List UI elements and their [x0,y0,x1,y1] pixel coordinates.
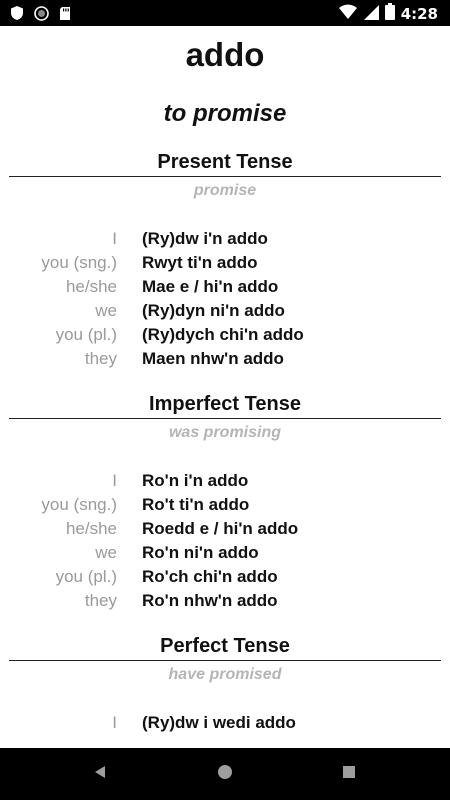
pronoun-label: I [112,471,117,490]
verb-form: Maen nhw'n addo [142,349,284,368]
battery-icon [384,3,395,25]
verb-title: addo [185,36,265,73]
status-bar: 4:28 [0,0,450,26]
pronoun-label: you (sng.) [41,495,117,514]
pronoun-label: they [84,591,117,610]
cell-signal-icon [363,4,379,25]
section-title-present: Present Tense [157,151,293,173]
section-title-perfect: Perfect Tense [160,635,290,657]
pronoun-label: he/she [65,277,117,296]
table-row: he/she Roedd e / hi'n addo [0,519,450,543]
table-row: I Ro'n i'n addo [0,471,450,495]
pronoun-label: you (sng.) [41,253,117,272]
circle-app-icon [34,5,49,26]
shield-icon [10,5,24,26]
back-button[interactable] [70,748,130,800]
verb-form: (Ry)dw i'n addo [142,229,268,248]
verb-form: Ro'n nhw'n addo [142,591,278,610]
table-row: you (sng.) Rwyt ti'n addo [0,253,450,277]
section-subtitle-present: promise [193,182,257,199]
verb-form: Ro'n i'n addo [142,471,249,490]
table-row: you (pl.) Ro'ch chi'n addo [0,567,450,591]
pronoun-label: I [112,229,117,248]
recents-icon [342,765,356,784]
pronoun-label: he/she [65,519,117,538]
section-subtitle-imperfect: was promising [168,424,282,441]
pronoun-label: we [95,301,117,320]
home-icon [217,764,233,785]
clock: 4:28 [400,5,438,23]
recents-button[interactable] [319,748,379,800]
section-divider [9,418,441,419]
verb-form: Ro'n ni'n addo [142,543,259,562]
verb-form: (Ry)dyn ni'n addo [142,301,285,320]
section-divider [9,176,441,177]
section-subtitle-perfect: have promised [168,666,282,683]
table-row: I (Ry)dw i'n addo [0,229,450,253]
navigation-bar [0,748,450,800]
table-row: he/she Mae e / hi'n addo [0,277,450,301]
verb-meaning: to promise [163,100,287,127]
pronoun-label: I [112,713,117,732]
table-row: they Maen nhw'n addo [0,349,450,373]
conjugation-view[interactable]: addo to promise Present Tense promise I (… [0,26,450,748]
table-row: you (pl.) (Ry)dych chi'n addo [0,325,450,349]
home-button[interactable] [195,748,255,800]
verb-form: Ro'ch chi'n addo [142,567,278,586]
verb-form: Roedd e / hi'n addo [142,519,299,538]
wifi-icon [338,4,357,25]
verb-form: Ro't ti'n addo [142,495,250,514]
pronoun-label: they [84,349,117,368]
table-row: I (Ry)dw i wedi addo [0,713,450,737]
sd-card-icon [59,6,71,26]
table-row: they Ro'n nhw'n addo [0,591,450,615]
table-row: we Ro'n ni'n addo [0,543,450,567]
verb-form: Rwyt ti'n addo [142,253,258,272]
section-divider [9,660,441,661]
table-row: we (Ry)dyn ni'n addo [0,301,450,325]
pronoun-label: you (pl.) [55,325,117,344]
section-title-imperfect: Imperfect Tense [149,393,301,415]
verb-form: (Ry)dw i wedi addo [142,713,296,732]
pronoun-label: we [95,543,117,562]
table-row: you (sng.) Ro't ti'n addo [0,495,450,519]
pronoun-label: you (pl.) [55,567,117,586]
verb-form: (Ry)dych chi'n addo [142,325,304,344]
back-icon [93,765,107,784]
verb-form: Mae e / hi'n addo [142,277,279,296]
